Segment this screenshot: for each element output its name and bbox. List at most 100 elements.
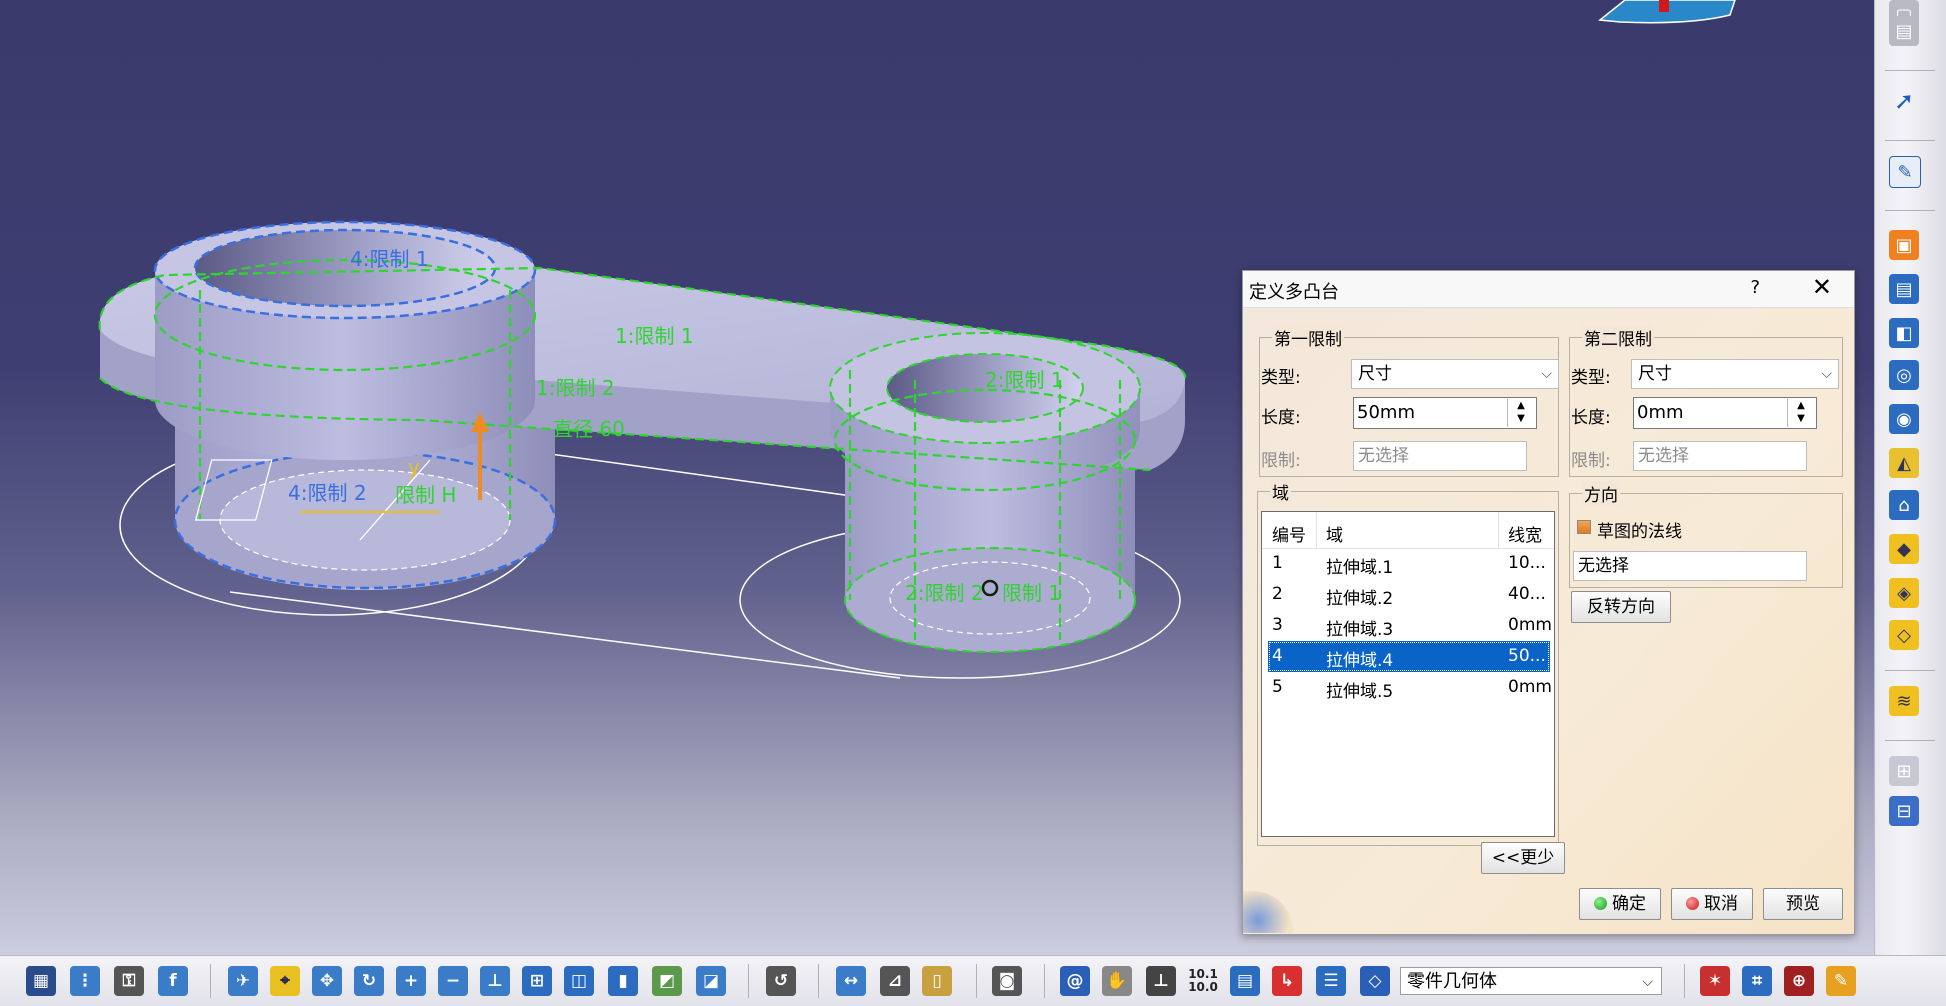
rib-icon[interactable]: ◭ [1889, 448, 1919, 478]
row-num: 3 [1272, 615, 1283, 635]
swap-space-icon[interactable]: ◪ [696, 966, 726, 996]
measure-between-icon[interactable]: ↔ [836, 966, 866, 996]
camera-icon[interactable]: ◙ [992, 966, 1022, 996]
chevron-down-icon: ⌵ [1541, 366, 1552, 382]
first-type-combo[interactable]: 尺寸 ⌵ [1351, 359, 1559, 389]
ok-label: 确定 [1612, 894, 1646, 914]
formula-icon[interactable]: f [158, 966, 188, 996]
fly-icon[interactable]: ✈ [228, 966, 258, 996]
analysis-icon[interactable]: ⊟ [1889, 796, 1919, 826]
domain-row[interactable]: 1 拉伸域.1 10... [1268, 548, 1550, 579]
second-length-label: 长度: [1571, 408, 1611, 428]
hand-icon[interactable]: ✋ [1102, 966, 1132, 996]
hide-show-icon[interactable]: ◩ [652, 966, 682, 996]
list-icon[interactable]: ☰ [1316, 966, 1346, 996]
normal-view-icon[interactable]: ⊥ [480, 966, 510, 996]
label-diameter: 直径 60 [553, 417, 625, 441]
slot-icon[interactable]: ⌂ [1889, 490, 1919, 520]
grid-icon[interactable]: ▦ [26, 966, 56, 996]
tree-icon[interactable]: ⋮ [70, 966, 100, 996]
second-limit-value: 无选择 [1638, 446, 1689, 466]
reverse-direction-button[interactable]: 反转方向 [1571, 591, 1671, 623]
ok-icon [1594, 897, 1607, 910]
second-limit-field[interactable]: 无选择 [1633, 441, 1807, 471]
shading-icon[interactable]: ▮ [608, 966, 638, 996]
shaft-icon[interactable]: ◧ [1889, 318, 1919, 348]
domain-row-selected[interactable]: 4 拉伸域.4 50... [1268, 641, 1550, 672]
iso-view-icon[interactable]: ◫ [564, 966, 594, 996]
header-thickness[interactable]: 线宽 [1508, 521, 1542, 546]
row-num: 5 [1272, 677, 1283, 697]
zoom-in-icon[interactable]: + [396, 966, 426, 996]
cancel-icon [1686, 897, 1699, 910]
second-length-value: 0mm [1637, 402, 1684, 423]
dialog-titlebar[interactable]: 定义多凸台 ? ✕ [1243, 271, 1854, 308]
measure-item-icon[interactable]: ⊿ [880, 966, 910, 996]
first-limit-field[interactable]: 无选择 [1353, 441, 1527, 471]
body-select[interactable]: 零件几何体 ⌵ [1400, 967, 1662, 995]
spinner-arrows-icon[interactable]: ▲ ▼ [1507, 399, 1534, 427]
first-length-spinner[interactable]: 50mm ▲ ▼ [1353, 397, 1537, 429]
compass-marker [1659, 0, 1669, 12]
surface-icon[interactable]: ≋ [1889, 686, 1919, 716]
solid-combine-icon[interactable]: ◆ [1889, 534, 1919, 564]
ok-button[interactable]: 确定 [1579, 888, 1661, 920]
pad-icon[interactable]: ▣ [1889, 230, 1919, 260]
cancel-button[interactable]: 取消 [1671, 888, 1753, 920]
lock-icon[interactable]: ⚿ [114, 966, 144, 996]
loft-icon[interactable]: ◈ [1889, 578, 1919, 608]
sketch-normal-checkbox[interactable] [1577, 520, 1591, 534]
sketch-icon[interactable]: ✎ [1889, 156, 1921, 188]
first-length-label: 长度: [1261, 408, 1301, 428]
spinner-arrows-icon[interactable]: ▲ ▼ [1787, 399, 1814, 427]
pan-icon[interactable]: ✥ [312, 966, 342, 996]
select-arrow-icon[interactable]: ➚ [1889, 86, 1919, 116]
groove-icon[interactable]: ◉ [1889, 404, 1919, 434]
row-thickness: 40... [1508, 584, 1546, 604]
fit-all-icon[interactable]: ⌖ [270, 966, 300, 996]
render-icon[interactable]: ✶ [1700, 966, 1730, 996]
first-type-label: 类型: [1261, 368, 1301, 388]
chevron-down-icon: ⌵ [1642, 974, 1653, 990]
domain-row[interactable]: 5 拉伸域.5 0mm [1268, 672, 1552, 703]
pocket-icon[interactable]: ▤ [1889, 274, 1919, 304]
domain-row[interactable]: 2 拉伸域.2 40... [1268, 579, 1550, 610]
second-type-label: 类型: [1571, 368, 1611, 388]
rotate-icon[interactable]: ↻ [354, 966, 384, 996]
less-button[interactable]: <<更少 [1481, 842, 1565, 874]
measure-icon[interactable]: ⊞ [1889, 756, 1919, 786]
second-type-combo[interactable]: 尺寸 ⌵ [1631, 359, 1839, 389]
define-multi-pad-dialog: 定义多凸台 ? ✕ 第一限制 类型: 尺寸 ⌵ 长度: 50mm ▲ ▼ 限制: … [1242, 270, 1855, 935]
help-button[interactable]: ? [1750, 277, 1760, 298]
preview-button[interactable]: 预览 [1763, 888, 1843, 920]
close-icon[interactable]: ✕ [1812, 273, 1832, 301]
first-type-value: 尺寸 [1358, 364, 1392, 384]
inertia-icon[interactable]: ▯ [922, 966, 952, 996]
row-thickness: 50... [1508, 646, 1546, 666]
remove-loft-icon[interactable]: ◇ [1889, 620, 1919, 650]
target-icon[interactable]: ⊕ [1784, 966, 1814, 996]
body-icon[interactable]: ◇ [1360, 966, 1390, 996]
hole-icon[interactable]: ◎ [1889, 360, 1919, 390]
direction-selection-field[interactable]: 无选择 [1573, 551, 1807, 581]
axis-system-icon[interactable]: ⊥ [1146, 966, 1176, 996]
scale-icon[interactable]: 10.1 10.0 [1188, 966, 1218, 996]
header-domain[interactable]: 域 [1326, 521, 1343, 546]
zoom-out-icon[interactable]: − [438, 966, 468, 996]
pen-icon[interactable]: ✎ [1826, 966, 1856, 996]
multi-view-icon[interactable]: ⊞ [522, 966, 552, 996]
row-domain: 拉伸域.1 [1326, 558, 1394, 578]
header-num[interactable]: 编号 [1272, 521, 1306, 546]
plane-icon[interactable]: ▤ [1230, 966, 1260, 996]
map-icon[interactable]: ⌗ [1742, 966, 1772, 996]
bottom-toolbar: ▦ ⋮ ⚿ f ✈ ⌖ ✥ ↻ + − ⊥ ⊞ ◫ ▮ ◩ ◪ ↺ ↔ ⊿ ▯ … [0, 955, 1946, 1006]
second-limit-label: 第二限制 [1582, 325, 1654, 350]
spiral-icon[interactable]: @ [1060, 966, 1090, 996]
constraint-icon[interactable]: ↳ [1272, 966, 1302, 996]
domains-label: 域 [1270, 479, 1291, 504]
update-icon[interactable]: ↺ [766, 966, 796, 996]
domain-row[interactable]: 3 拉伸域.3 0mm [1268, 610, 1552, 641]
domain-list[interactable]: 编号 域 线宽 1 拉伸域.1 10... 2 拉伸域.2 40... 3 拉伸… [1261, 511, 1555, 837]
clipboard-icon[interactable]: ▤ [1889, 16, 1919, 46]
second-length-spinner[interactable]: 0mm ▲ ▼ [1633, 397, 1817, 429]
